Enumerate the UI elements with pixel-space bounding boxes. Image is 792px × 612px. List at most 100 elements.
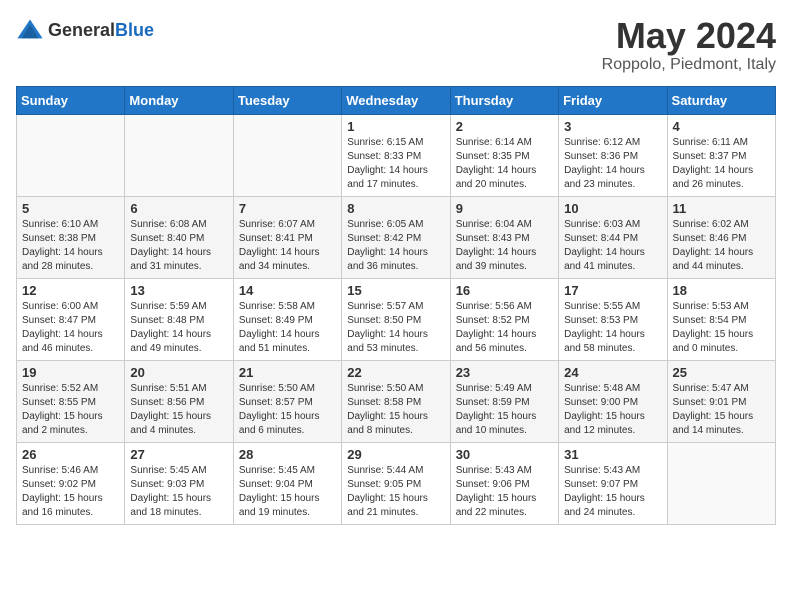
header-thursday: Thursday [450, 86, 558, 114]
cell-3-6: 25Sunrise: 5:47 AMSunset: 9:01 PMDayligh… [667, 360, 775, 442]
day-number: 11 [673, 201, 770, 216]
cell-4-6 [667, 442, 775, 524]
cell-content: Sunrise: 5:57 AMSunset: 8:50 PMDaylight:… [347, 300, 444, 356]
cell-2-5: 17Sunrise: 5:55 AMSunset: 8:53 PMDayligh… [559, 278, 667, 360]
cell-2-4: 16 Sunrise: 5:56 AMSunset: 8:52 PMDayligh… [450, 278, 558, 360]
cell-content: Sunrise: 5:48 AMSunset: 9:00 PMDaylight:… [564, 382, 661, 438]
day-number: 6 [130, 201, 227, 216]
cell-0-4: 2 Sunrise: 6:14 AMSunset: 8:35 PMDaylight… [450, 114, 558, 196]
week-row-3: 12Sunrise: 6:00 AMSunset: 8:47 PMDayligh… [17, 278, 776, 360]
cell-1-6: 11 Sunrise: 6:02 AMSunset: 8:46 PMDayligh… [667, 196, 775, 278]
day-number: 1 [347, 119, 444, 134]
cell-3-0: 19 Sunrise: 5:52 AMSunset: 8:55 PMDayligh… [17, 360, 125, 442]
cell-1-2: 7 Sunrise: 6:07 AMSunset: 8:41 PMDaylight… [233, 196, 341, 278]
day-number: 22 [347, 365, 444, 380]
logo-icon [16, 16, 44, 44]
day-number: 23 [456, 365, 553, 380]
cell-content: Sunrise: 5:56 AMSunset: 8:52 PMDaylight:… [456, 300, 553, 356]
month-title: May 2024 [602, 16, 776, 56]
cell-content: Sunrise: 6:05 AMSunset: 8:42 PMDaylight:… [347, 218, 444, 274]
week-row-4: 19 Sunrise: 5:52 AMSunset: 8:55 PMDayligh… [17, 360, 776, 442]
cell-0-3: 1 Sunrise: 6:15 AMSunset: 8:33 PMDaylight… [342, 114, 450, 196]
cell-3-2: 21 Sunrise: 5:50 AMSunset: 8:57 PMDayligh… [233, 360, 341, 442]
logo-text: General Blue [48, 21, 154, 39]
cell-1-0: 5 Sunrise: 6:10 AMSunset: 8:38 PMDaylight… [17, 196, 125, 278]
cell-0-5: 3 Sunrise: 6:12 AMSunset: 8:36 PMDaylight… [559, 114, 667, 196]
cell-content: Sunrise: 6:11 AMSunset: 8:37 PMDaylight:… [673, 136, 770, 192]
cell-4-2: 28Sunrise: 5:45 AMSunset: 9:04 PMDayligh… [233, 442, 341, 524]
header-wednesday: Wednesday [342, 86, 450, 114]
header-monday: Monday [125, 86, 233, 114]
cell-content: Sunrise: 5:53 AMSunset: 8:54 PMDaylight:… [673, 300, 770, 356]
calendar-body: 1 Sunrise: 6:15 AMSunset: 8:33 PMDaylight… [17, 114, 776, 524]
cell-4-1: 27Sunrise: 5:45 AMSunset: 9:03 PMDayligh… [125, 442, 233, 524]
logo-general: General [48, 21, 115, 39]
day-number: 3 [564, 119, 661, 134]
day-number: 17 [564, 283, 661, 298]
day-number: 30 [456, 447, 553, 462]
cell-content: Sunrise: 5:52 AMSunset: 8:55 PMDaylight:… [22, 382, 119, 438]
logo: General Blue [16, 16, 154, 44]
day-number: 13 [130, 283, 227, 298]
cell-2-6: 18 Sunrise: 5:53 AMSunset: 8:54 PMDayligh… [667, 278, 775, 360]
day-number: 19 [22, 365, 119, 380]
cell-1-3: 8 Sunrise: 6:05 AMSunset: 8:42 PMDaylight… [342, 196, 450, 278]
cell-content: Sunrise: 6:03 AMSunset: 8:44 PMDaylight:… [564, 218, 661, 274]
cell-content: Sunrise: 5:50 AMSunset: 8:57 PMDaylight:… [239, 382, 336, 438]
day-number: 2 [456, 119, 553, 134]
day-number: 31 [564, 447, 661, 462]
day-number: 9 [456, 201, 553, 216]
cell-content: Sunrise: 5:50 AMSunset: 8:58 PMDaylight:… [347, 382, 444, 438]
cell-4-5: 31Sunrise: 5:43 AMSunset: 9:07 PMDayligh… [559, 442, 667, 524]
cell-content: Sunrise: 6:08 AMSunset: 8:40 PMDaylight:… [130, 218, 227, 274]
day-number: 20 [130, 365, 227, 380]
day-number: 26 [22, 447, 119, 462]
cell-2-2: 14 Sunrise: 5:58 AMSunset: 8:49 PMDayligh… [233, 278, 341, 360]
day-number: 21 [239, 365, 336, 380]
day-number: 10 [564, 201, 661, 216]
cell-4-4: 30 Sunrise: 5:43 AMSunset: 9:06 PMDayligh… [450, 442, 558, 524]
cell-2-1: 13 Sunrise: 5:59 AMSunset: 8:48 PMDayligh… [125, 278, 233, 360]
cell-1-1: 6 Sunrise: 6:08 AMSunset: 8:40 PMDaylight… [125, 196, 233, 278]
logo-blue: Blue [115, 21, 154, 39]
day-number: 5 [22, 201, 119, 216]
cell-content: Sunrise: 6:02 AMSunset: 8:46 PMDaylight:… [673, 218, 770, 274]
calendar-table: SundayMondayTuesdayWednesdayThursdayFrid… [16, 86, 776, 525]
cell-content: Sunrise: 6:12 AMSunset: 8:36 PMDaylight:… [564, 136, 661, 192]
cell-4-3: 29Sunrise: 5:44 AMSunset: 9:05 PMDayligh… [342, 442, 450, 524]
cell-content: Sunrise: 6:10 AMSunset: 8:38 PMDaylight:… [22, 218, 119, 274]
header-friday: Friday [559, 86, 667, 114]
day-number: 7 [239, 201, 336, 216]
cell-content: Sunrise: 5:59 AMSunset: 8:48 PMDaylight:… [130, 300, 227, 356]
cell-content: Sunrise: 5:47 AMSunset: 9:01 PMDaylight:… [673, 382, 770, 438]
title-area: May 2024 Roppolo, Piedmont, Italy [602, 16, 776, 74]
cell-content: Sunrise: 6:14 AMSunset: 8:35 PMDaylight:… [456, 136, 553, 192]
day-number: 29 [347, 447, 444, 462]
cell-content: Sunrise: 5:49 AMSunset: 8:59 PMDaylight:… [456, 382, 553, 438]
header-tuesday: Tuesday [233, 86, 341, 114]
cell-content: Sunrise: 6:15 AMSunset: 8:33 PMDaylight:… [347, 136, 444, 192]
day-number: 16 [456, 283, 553, 298]
cell-content: Sunrise: 5:45 AMSunset: 9:04 PMDaylight:… [239, 464, 336, 520]
cell-2-3: 15Sunrise: 5:57 AMSunset: 8:50 PMDayligh… [342, 278, 450, 360]
cell-0-6: 4Sunrise: 6:11 AMSunset: 8:37 PMDaylight… [667, 114, 775, 196]
cell-content: Sunrise: 6:04 AMSunset: 8:43 PMDaylight:… [456, 218, 553, 274]
cell-content: Sunrise: 5:43 AMSunset: 9:06 PMDaylight:… [456, 464, 553, 520]
day-number: 8 [347, 201, 444, 216]
day-number: 14 [239, 283, 336, 298]
header-saturday: Saturday [667, 86, 775, 114]
cell-content: Sunrise: 5:46 AMSunset: 9:02 PMDaylight:… [22, 464, 119, 520]
day-number: 18 [673, 283, 770, 298]
header-sunday: Sunday [17, 86, 125, 114]
day-number: 24 [564, 365, 661, 380]
cell-0-2 [233, 114, 341, 196]
cell-2-0: 12Sunrise: 6:00 AMSunset: 8:47 PMDayligh… [17, 278, 125, 360]
header-row: SundayMondayTuesdayWednesdayThursdayFrid… [17, 86, 776, 114]
header: General Blue May 2024 Roppolo, Piedmont,… [16, 16, 776, 74]
cell-0-1 [125, 114, 233, 196]
cell-3-3: 22 Sunrise: 5:50 AMSunset: 8:58 PMDayligh… [342, 360, 450, 442]
week-row-5: 26 Sunrise: 5:46 AMSunset: 9:02 PMDayligh… [17, 442, 776, 524]
cell-content: Sunrise: 5:58 AMSunset: 8:49 PMDaylight:… [239, 300, 336, 356]
cell-content: Sunrise: 6:07 AMSunset: 8:41 PMDaylight:… [239, 218, 336, 274]
cell-content: Sunrise: 6:00 AMSunset: 8:47 PMDaylight:… [22, 300, 119, 356]
